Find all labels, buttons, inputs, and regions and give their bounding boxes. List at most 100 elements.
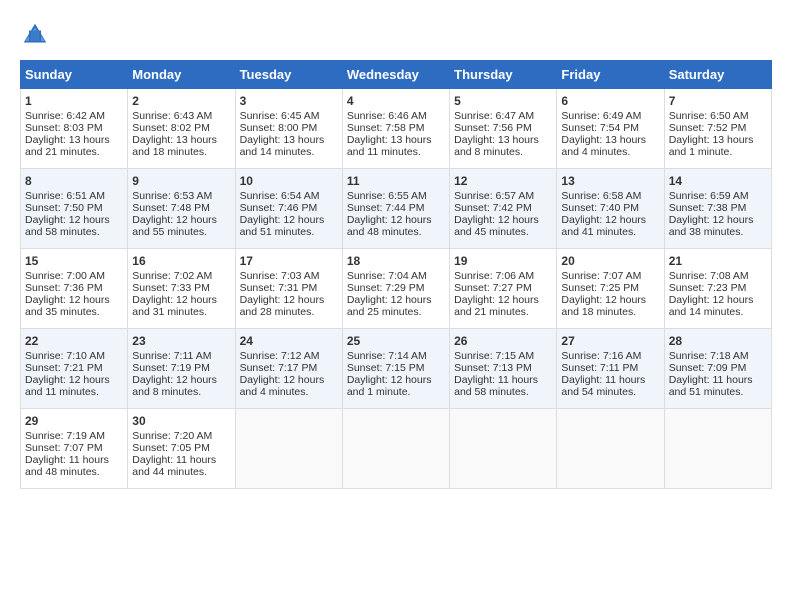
- day-number: 6: [561, 94, 659, 108]
- sunrise-text: Sunrise: 7:06 AM: [454, 270, 534, 282]
- calendar-cell: 22 Sunrise: 7:10 AM Sunset: 7:21 PM Dayl…: [21, 329, 128, 409]
- calendar-cell: [235, 409, 342, 489]
- sunrise-text: Sunrise: 7:08 AM: [669, 270, 749, 282]
- sunset-text: Sunset: 7:56 PM: [454, 122, 532, 134]
- daylight-text: Daylight: 12 hours and 25 minutes.: [347, 294, 432, 318]
- daylight-text: Daylight: 11 hours and 54 minutes.: [561, 374, 645, 398]
- sunrise-text: Sunrise: 6:43 AM: [132, 110, 212, 122]
- sunrise-text: Sunrise: 6:46 AM: [347, 110, 427, 122]
- day-header-wednesday: Wednesday: [342, 61, 449, 89]
- sunset-text: Sunset: 7:52 PM: [669, 122, 747, 134]
- sunrise-text: Sunrise: 6:49 AM: [561, 110, 641, 122]
- day-number: 1: [25, 94, 123, 108]
- page-header: [20, 20, 772, 50]
- sunrise-text: Sunrise: 6:53 AM: [132, 190, 212, 202]
- calendar-cell: 30 Sunrise: 7:20 AM Sunset: 7:05 PM Dayl…: [128, 409, 235, 489]
- calendar-week-row: 15 Sunrise: 7:00 AM Sunset: 7:36 PM Dayl…: [21, 249, 772, 329]
- daylight-text: Daylight: 11 hours and 58 minutes.: [454, 374, 538, 398]
- sunrise-text: Sunrise: 7:03 AM: [240, 270, 320, 282]
- calendar-cell: 19 Sunrise: 7:06 AM Sunset: 7:27 PM Dayl…: [450, 249, 557, 329]
- calendar-cell: 25 Sunrise: 7:14 AM Sunset: 7:15 PM Dayl…: [342, 329, 449, 409]
- calendar-cell: [450, 409, 557, 489]
- sunrise-text: Sunrise: 6:59 AM: [669, 190, 749, 202]
- calendar-cell: 29 Sunrise: 7:19 AM Sunset: 7:07 PM Dayl…: [21, 409, 128, 489]
- sunset-text: Sunset: 7:44 PM: [347, 202, 425, 214]
- calendar-cell: 5 Sunrise: 6:47 AM Sunset: 7:56 PM Dayli…: [450, 89, 557, 169]
- day-number: 25: [347, 334, 445, 348]
- sunset-text: Sunset: 7:11 PM: [561, 362, 638, 374]
- calendar-week-row: 22 Sunrise: 7:10 AM Sunset: 7:21 PM Dayl…: [21, 329, 772, 409]
- daylight-text: Daylight: 12 hours and 1 minute.: [347, 374, 432, 398]
- sunrise-text: Sunrise: 7:18 AM: [669, 350, 749, 362]
- day-number: 28: [669, 334, 767, 348]
- day-number: 8: [25, 174, 123, 188]
- sunrise-text: Sunrise: 7:07 AM: [561, 270, 641, 282]
- calendar-cell: 21 Sunrise: 7:08 AM Sunset: 7:23 PM Dayl…: [664, 249, 771, 329]
- sunset-text: Sunset: 7:27 PM: [454, 282, 532, 294]
- daylight-text: Daylight: 12 hours and 45 minutes.: [454, 214, 539, 238]
- calendar-cell: 24 Sunrise: 7:12 AM Sunset: 7:17 PM Dayl…: [235, 329, 342, 409]
- day-number: 29: [25, 414, 123, 428]
- sunrise-text: Sunrise: 6:42 AM: [25, 110, 105, 122]
- calendar-cell: 11 Sunrise: 6:55 AM Sunset: 7:44 PM Dayl…: [342, 169, 449, 249]
- sunrise-text: Sunrise: 7:14 AM: [347, 350, 427, 362]
- day-number: 21: [669, 254, 767, 268]
- calendar-cell: 15 Sunrise: 7:00 AM Sunset: 7:36 PM Dayl…: [21, 249, 128, 329]
- sunrise-text: Sunrise: 7:15 AM: [454, 350, 534, 362]
- calendar-cell: [342, 409, 449, 489]
- sunrise-text: Sunrise: 7:00 AM: [25, 270, 105, 282]
- calendar-week-row: 1 Sunrise: 6:42 AM Sunset: 8:03 PM Dayli…: [21, 89, 772, 169]
- daylight-text: Daylight: 12 hours and 18 minutes.: [561, 294, 646, 318]
- day-number: 16: [132, 254, 230, 268]
- calendar-cell: 7 Sunrise: 6:50 AM Sunset: 7:52 PM Dayli…: [664, 89, 771, 169]
- day-header-sunday: Sunday: [21, 61, 128, 89]
- daylight-text: Daylight: 12 hours and 14 minutes.: [669, 294, 754, 318]
- daylight-text: Daylight: 12 hours and 58 minutes.: [25, 214, 110, 238]
- sunset-text: Sunset: 7:05 PM: [132, 442, 210, 454]
- calendar-week-row: 8 Sunrise: 6:51 AM Sunset: 7:50 PM Dayli…: [21, 169, 772, 249]
- calendar-cell: 3 Sunrise: 6:45 AM Sunset: 8:00 PM Dayli…: [235, 89, 342, 169]
- day-number: 9: [132, 174, 230, 188]
- sunrise-text: Sunrise: 6:51 AM: [25, 190, 105, 202]
- sunrise-text: Sunrise: 6:54 AM: [240, 190, 320, 202]
- calendar-cell: 1 Sunrise: 6:42 AM Sunset: 8:03 PM Dayli…: [21, 89, 128, 169]
- calendar-week-row: 29 Sunrise: 7:19 AM Sunset: 7:07 PM Dayl…: [21, 409, 772, 489]
- sunset-text: Sunset: 7:17 PM: [240, 362, 318, 374]
- sunset-text: Sunset: 7:07 PM: [25, 442, 103, 454]
- sunset-text: Sunset: 7:09 PM: [669, 362, 747, 374]
- sunset-text: Sunset: 7:54 PM: [561, 122, 639, 134]
- sunrise-text: Sunrise: 7:04 AM: [347, 270, 427, 282]
- day-number: 4: [347, 94, 445, 108]
- sunrise-text: Sunrise: 6:57 AM: [454, 190, 534, 202]
- sunrise-text: Sunrise: 7:20 AM: [132, 430, 212, 442]
- calendar-cell: 23 Sunrise: 7:11 AM Sunset: 7:19 PM Dayl…: [128, 329, 235, 409]
- daylight-text: Daylight: 12 hours and 38 minutes.: [669, 214, 754, 238]
- calendar-table: SundayMondayTuesdayWednesdayThursdayFrid…: [20, 60, 772, 489]
- logo-icon: [20, 20, 50, 50]
- calendar-cell: 4 Sunrise: 6:46 AM Sunset: 7:58 PM Dayli…: [342, 89, 449, 169]
- sunset-text: Sunset: 8:03 PM: [25, 122, 103, 134]
- day-number: 17: [240, 254, 338, 268]
- day-number: 10: [240, 174, 338, 188]
- calendar-cell: 18 Sunrise: 7:04 AM Sunset: 7:29 PM Dayl…: [342, 249, 449, 329]
- calendar-cell: 26 Sunrise: 7:15 AM Sunset: 7:13 PM Dayl…: [450, 329, 557, 409]
- day-number: 11: [347, 174, 445, 188]
- sunset-text: Sunset: 7:31 PM: [240, 282, 318, 294]
- sunset-text: Sunset: 8:00 PM: [240, 122, 318, 134]
- daylight-text: Daylight: 12 hours and 8 minutes.: [132, 374, 217, 398]
- sunrise-text: Sunrise: 7:12 AM: [240, 350, 320, 362]
- calendar-cell: 6 Sunrise: 6:49 AM Sunset: 7:54 PM Dayli…: [557, 89, 664, 169]
- day-number: 3: [240, 94, 338, 108]
- day-header-monday: Monday: [128, 61, 235, 89]
- sunrise-text: Sunrise: 6:45 AM: [240, 110, 320, 122]
- daylight-text: Daylight: 12 hours and 51 minutes.: [240, 214, 325, 238]
- day-number: 13: [561, 174, 659, 188]
- daylight-text: Daylight: 12 hours and 41 minutes.: [561, 214, 646, 238]
- sunrise-text: Sunrise: 6:55 AM: [347, 190, 427, 202]
- daylight-text: Daylight: 12 hours and 55 minutes.: [132, 214, 217, 238]
- sunset-text: Sunset: 7:42 PM: [454, 202, 532, 214]
- daylight-text: Daylight: 12 hours and 28 minutes.: [240, 294, 325, 318]
- day-number: 23: [132, 334, 230, 348]
- day-header-thursday: Thursday: [450, 61, 557, 89]
- sunset-text: Sunset: 7:50 PM: [25, 202, 103, 214]
